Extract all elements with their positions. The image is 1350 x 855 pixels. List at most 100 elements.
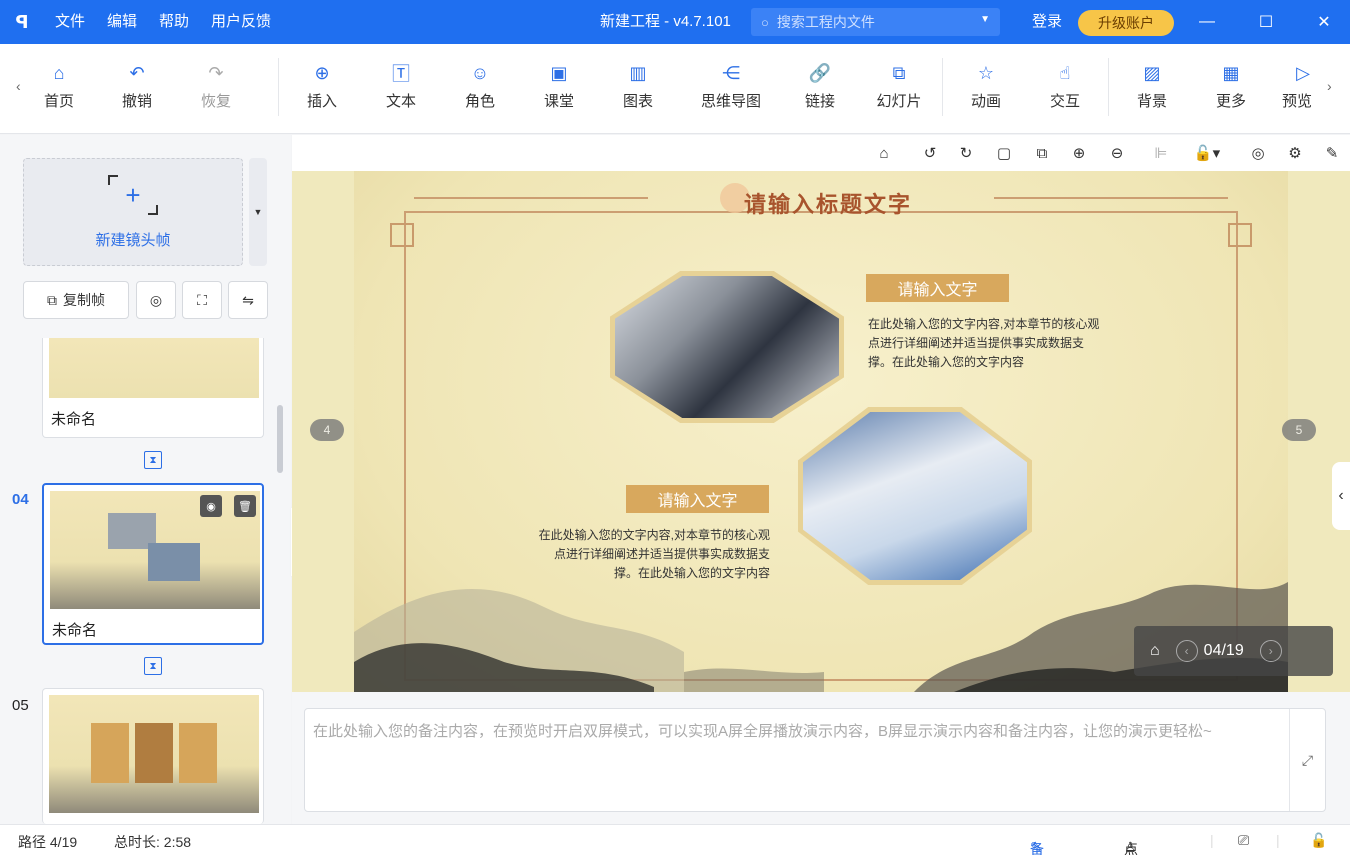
home-icon: ⌂	[53, 62, 65, 83]
mindmap-icon: ⋲	[722, 62, 740, 83]
home-button[interactable]: ⌂ 首页	[29, 62, 89, 111]
text-heading-2[interactable]: 请输入文字	[626, 485, 769, 513]
animation-button[interactable]: ☆ 动画	[956, 62, 1016, 111]
page-navigator: ⌂ ‹ 04/19 ›	[1134, 626, 1333, 676]
delete-icon[interactable]: 🗑	[234, 495, 256, 517]
new-frame-button[interactable]: + 新建镜头帧	[23, 158, 243, 266]
frame-panel: + 新建镜头帧 ▼ ⧉ 复制帧 ◎ ⛶ ⇋ 未命名 ⧗ 04 ◉ 🗑 未命名 ⧗…	[0, 135, 291, 824]
redo-button[interactable]: ↷ 恢复	[186, 62, 246, 111]
animation-label: 动画	[970, 93, 1001, 110]
path-status: 路径 4/19	[18, 834, 78, 850]
rollcall-label: 点名	[1124, 841, 1138, 855]
mindmap-button[interactable]: ⋲ 思维导图	[699, 62, 763, 111]
path-button[interactable]: ⇋	[228, 281, 268, 319]
home-slide-icon[interactable]: ⌂	[1150, 642, 1160, 660]
chevron-down-icon[interactable]: ▼	[980, 14, 990, 25]
corner-ornament	[390, 223, 414, 247]
slides-button[interactable]: ⧉ 幻灯片	[869, 62, 929, 111]
chevron-left-icon: ‹	[1338, 487, 1344, 504]
screen-icon[interactable]: ⎚	[1238, 832, 1249, 849]
chart-label: 图表	[622, 93, 653, 110]
undo-icon: ↶	[129, 62, 145, 83]
home-label: 首页	[43, 93, 74, 110]
text-icon: 🅃	[392, 64, 410, 84]
notes-textarea[interactable]: 在此处输入您的备注内容，在预览时开启双屏模式，可以实现A屏全屏播放演示内容，B屏…	[304, 708, 1326, 812]
role-button[interactable]: ☺ 角色	[450, 62, 510, 111]
hand-icon: ☝	[1059, 62, 1071, 83]
slide-thumbnail-selected[interactable]: ◉ 🗑 未命名	[42, 483, 264, 645]
copy-view-icon[interactable]: ⧉	[1032, 143, 1052, 163]
prev-page-icon[interactable]: ‹	[1175, 640, 1198, 662]
text-heading-1[interactable]: 请输入文字	[866, 274, 1009, 302]
next-page-icon[interactable]: ›	[1259, 640, 1282, 662]
notes-area: 在此处输入您的备注内容，在预览时开启双屏模式，可以实现A屏全屏播放演示内容，B屏…	[292, 692, 1350, 824]
menu-feedback[interactable]: 用户反馈	[200, 0, 282, 44]
next-slide-badge[interactable]: 5	[1282, 419, 1316, 441]
screenshot-icon[interactable]: ◎	[1248, 143, 1268, 163]
interaction-button[interactable]: ☝ 交互	[1035, 62, 1095, 111]
text-button[interactable]: 🅃 文本	[371, 62, 431, 111]
close-icon[interactable]: ✕	[1304, 0, 1344, 44]
add-frame-icon: +	[108, 174, 158, 215]
slide-title[interactable]: 请输入标题文字	[744, 187, 912, 219]
copy-frame-button[interactable]: ⧉ 复制帧	[23, 281, 129, 319]
collapse-right-panel-button[interactable]: ‹	[1332, 462, 1350, 530]
scroll-left-icon[interactable]: ‹	[16, 78, 21, 94]
zoom-out-icon[interactable]: ⊖	[1107, 143, 1127, 163]
link-button[interactable]: 🔗 链接	[790, 62, 850, 111]
slide-name: 未命名	[52, 622, 98, 639]
insert-button[interactable]: ⊕ 插入	[292, 62, 352, 111]
new-frame-dropdown[interactable]: ▼	[249, 158, 267, 266]
preview-button[interactable]: ▷ 预览	[1278, 62, 1322, 111]
page-indicator: 04/19	[1203, 642, 1244, 659]
background-label: 背景	[1136, 93, 1167, 110]
zoom-in-icon[interactable]: ⊕	[1069, 143, 1089, 163]
scroll-right-icon[interactable]: ›	[1327, 78, 1332, 94]
expand-icon[interactable]: ⤢	[1289, 709, 1325, 811]
edit-icon[interactable]: ✎	[1322, 143, 1342, 163]
text-label: 文本	[385, 93, 416, 110]
preview-eye-icon[interactable]: ◉	[200, 495, 222, 517]
slide-preview	[49, 338, 259, 398]
transition-icon[interactable]: ⧗	[144, 451, 162, 469]
frame-icon[interactable]: ▢	[994, 143, 1014, 163]
camera-button[interactable]: ◎	[136, 281, 176, 319]
slide-thumbnail[interactable]: 未命名	[42, 338, 264, 438]
lock-icon[interactable]: 🔓	[1310, 832, 1327, 849]
text-body-1[interactable]: 在此处输入您的文字内容,对本章节的核心观点进行详细阐述并适当提供事实成数据支撑。…	[868, 315, 1100, 372]
classroom-button[interactable]: ▣ 课堂	[529, 62, 589, 111]
thumb-photo	[148, 543, 200, 581]
maximize-icon[interactable]: ☐	[1246, 0, 1286, 44]
slide-thumbnail[interactable]	[42, 688, 264, 824]
chart-button[interactable]: ▥ 图表	[608, 62, 668, 111]
settings-file-icon[interactable]: ⚙	[1285, 143, 1305, 163]
classroom-icon: ▣	[550, 62, 568, 83]
thumb-card	[135, 723, 173, 783]
corner-ornament	[1228, 223, 1252, 247]
transition-icon[interactable]: ⧗	[144, 657, 162, 675]
panel-scrollbar[interactable]	[277, 405, 283, 473]
background-button[interactable]: ▨ 背景	[1122, 62, 1182, 111]
login-link[interactable]: 登录	[1032, 0, 1062, 44]
home-view-icon[interactable]: ⌂	[874, 143, 894, 163]
menu-edit[interactable]: 编辑	[96, 0, 148, 44]
undo-button[interactable]: ↶ 撤销	[107, 62, 167, 111]
more-button[interactable]: ▦ 更多	[1201, 62, 1261, 111]
rotate-left-icon[interactable]: ↺	[920, 143, 940, 163]
slide-number: 04	[12, 491, 29, 508]
slide-canvas[interactable]: 请输入标题文字 请输入文字 在此处输入您的文字内容,对本章节的核心观点进行详细阐…	[354, 171, 1288, 692]
align-icon[interactable]: ⊫	[1151, 143, 1171, 163]
slide-name: 未命名	[51, 411, 97, 428]
prev-slide-badge[interactable]: 4	[310, 419, 344, 441]
upgrade-button[interactable]: 升级账户	[1078, 10, 1174, 36]
menu-help[interactable]: 帮助	[148, 0, 200, 44]
status-bar: 路径 4/19 总时长: 2:58 ✎ 备注 ♙ 点名 | ⎚ | 🔓	[0, 824, 1350, 855]
interaction-label: 交互	[1049, 93, 1080, 110]
search-input[interactable]: ○ 搜索工程内文件 ▼	[751, 8, 1000, 36]
minimize-icon[interactable]: —	[1187, 0, 1227, 44]
lock-dropdown-icon[interactable]: 🔓▾	[1190, 143, 1224, 163]
status-divider: |	[1210, 832, 1214, 848]
frame-capture-button[interactable]: ⛶	[182, 281, 222, 319]
rotate-right-icon[interactable]: ↻	[956, 143, 976, 163]
menu-file[interactable]: 文件	[44, 0, 96, 44]
